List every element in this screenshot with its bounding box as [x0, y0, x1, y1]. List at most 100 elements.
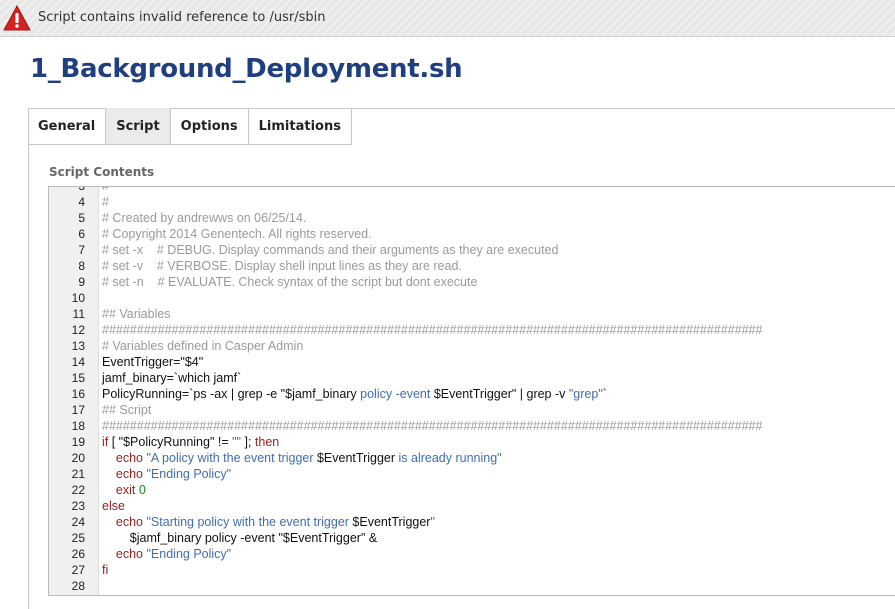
code-text: echo "Starting policy with the event tri…: [102, 514, 435, 530]
code-token: "Ending Policy": [143, 547, 232, 561]
warning-triangle-icon: [3, 4, 31, 31]
code-line[interactable]: 27 fi: [49, 562, 109, 578]
code-token: $EventTrigger" | grep -v: [430, 387, 569, 401]
line-number: 12: [71, 323, 85, 337]
code-token: ": [430, 515, 435, 529]
code-token: EventTrigger="$4": [102, 355, 204, 369]
line-number: 21: [71, 467, 85, 481]
line-number: 11: [72, 307, 85, 321]
line-number: 16: [71, 387, 85, 401]
code-token: "grep": [568, 387, 603, 401]
code-line[interactable]: 9 # set -n # EVALUATE. Check syntax of th…: [49, 274, 477, 290]
code-token: $EventTrigger: [352, 515, 431, 529]
code-text: exit 0: [102, 482, 146, 498]
code-token: # set -n # EVALUATE. Check syntax of the…: [102, 275, 478, 289]
code-line[interactable]: 18 ######################################…: [49, 418, 763, 434]
code-token: 0: [138, 483, 146, 497]
code-line[interactable]: 20 echo "A policy with the event trigger…: [49, 450, 502, 466]
code-line[interactable]: 28: [49, 578, 85, 594]
line-number: 18: [71, 419, 85, 433]
line-number: 26: [71, 547, 85, 561]
code-token: `: [602, 387, 607, 401]
line-number: 4: [78, 195, 85, 209]
code-text: echo "A policy with the event trigger $E…: [102, 450, 502, 466]
code-token: # set -v # VERBOSE. Display shell input …: [102, 259, 462, 273]
code-lines[interactable]: 3 #4 #5 # Created by andrewws on 06/25/14. 6…: [49, 187, 763, 594]
code-line[interactable]: 13 # Variables defined in Casper Admin: [49, 338, 304, 354]
code-token: "Ending Policy": [143, 467, 232, 481]
line-number: 13: [71, 339, 85, 353]
code-text: #: [102, 194, 109, 210]
warning-message: Script contains invalid reference to /us…: [38, 10, 326, 25]
code-text: else: [102, 498, 125, 514]
code-token: #: [102, 195, 109, 209]
code-token: ########################################…: [102, 323, 763, 337]
code-line[interactable]: 12 ######################################…: [49, 322, 763, 338]
line-number: 6: [78, 227, 85, 241]
code-line[interactable]: 24 echo "Starting policy with the event …: [49, 514, 435, 530]
code-line[interactable]: 15 jamf_binary=`which jamf`: [49, 370, 242, 386]
code-line[interactable]: 7 # set -x # DEBUG. Display commands and …: [49, 242, 558, 258]
code-token: #: [102, 186, 109, 193]
code-line[interactable]: 22 exit 0: [49, 482, 146, 498]
code-line[interactable]: 19 if [ "$PolicyRunning" != "" ]; then: [49, 434, 280, 450]
code-token: ## Variables: [102, 307, 171, 321]
line-number: 7: [78, 243, 85, 257]
code-text: #: [102, 186, 109, 194]
code-line[interactable]: 26 echo "Ending Policy": [49, 546, 231, 562]
code-line[interactable]: 23 else: [49, 498, 125, 514]
code-line[interactable]: 25 $jamf_binary policy -event "$EventTri…: [49, 530, 378, 546]
code-token: ########################################…: [102, 419, 763, 433]
code-token: "A policy with the event trigger: [143, 451, 317, 465]
line-number: 8: [78, 259, 85, 273]
tab-limitations[interactable]: Limitations: [248, 108, 352, 145]
code-text: jamf_binary=`which jamf`: [102, 370, 241, 386]
code-line[interactable]: 17 ## Script: [49, 402, 152, 418]
code-token: # Variables defined in Casper Admin: [102, 339, 304, 353]
code-text: # Copyright 2014 Genentech. All rights r…: [102, 226, 372, 242]
code-text: EventTrigger="$4": [102, 354, 203, 370]
code-token: ];: [241, 435, 255, 449]
line-number: 10: [71, 291, 85, 305]
code-line[interactable]: 6 # Copyright 2014 Genentech. All rights …: [49, 226, 371, 242]
code-token: $jamf_binary policy -event "$EventTrigge…: [102, 531, 378, 545]
code-token: # Created by andrewws on 06/25/14.: [102, 211, 307, 225]
code-token: echo: [115, 467, 144, 481]
tab-general[interactable]: General: [28, 108, 107, 145]
code-line[interactable]: 3 #: [49, 187, 109, 194]
code-line[interactable]: 4 #: [49, 194, 109, 210]
code-line[interactable]: 8 # set -v # VERBOSE. Display shell input…: [49, 258, 462, 274]
line-number: 14: [71, 355, 85, 369]
code-text: # set -v # VERBOSE. Display shell input …: [102, 258, 462, 274]
code-token: policy -event: [360, 387, 431, 401]
code-text: $jamf_binary policy -event "$EventTrigge…: [102, 530, 377, 546]
code-token: echo: [115, 451, 144, 465]
code-text: # set -n # EVALUATE. Check syntax of the…: [102, 274, 477, 290]
code-token: fi: [102, 563, 109, 577]
code-line[interactable]: 14 EventTrigger="$4": [49, 354, 204, 370]
code-line[interactable]: 10: [49, 290, 85, 306]
code-text: if [ "$PolicyRunning" != "" ]; then: [102, 434, 279, 450]
code-text: PolicyRunning=`ps -ax | grep -e "$jamf_b…: [102, 386, 607, 402]
line-number: 24: [71, 515, 85, 529]
line-number: 9: [78, 275, 85, 289]
code-text: # Variables defined in Casper Admin: [102, 338, 303, 354]
tab-options[interactable]: Options: [170, 108, 249, 145]
code-line[interactable]: 11 ## Variables: [49, 306, 171, 322]
code-token: ## Script: [102, 403, 152, 417]
page-title: 1_Background_Deployment.sh: [30, 54, 463, 84]
code-token: [ "$PolicyRunning" !=: [108, 435, 233, 449]
code-line[interactable]: 21 echo "Ending Policy": [49, 466, 231, 482]
line-number: 19: [71, 435, 85, 449]
script-editor[interactable]: 3 #4 #5 # Created by andrewws on 06/25/14. 6…: [48, 186, 895, 596]
code-text: echo "Ending Policy": [102, 546, 231, 562]
code-token: # set -x # DEBUG. Display commands and t…: [102, 243, 559, 257]
tab-script[interactable]: Script: [106, 108, 171, 145]
code-line[interactable]: 5 # Created by andrewws on 06/25/14.: [49, 210, 306, 226]
line-number: 5: [78, 211, 85, 225]
code-token: echo: [115, 515, 144, 529]
code-line[interactable]: 16 PolicyRunning=`ps -ax | grep -e "$jamf…: [49, 386, 607, 402]
code-text: echo "Ending Policy": [102, 466, 231, 482]
